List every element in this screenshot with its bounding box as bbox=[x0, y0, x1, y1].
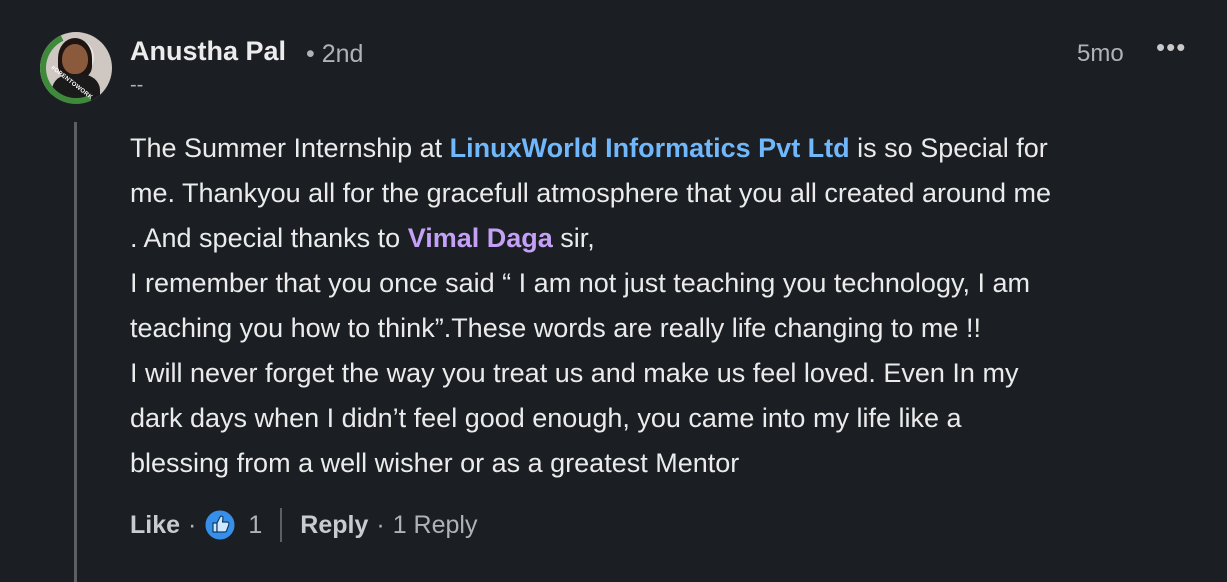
company-mention-link[interactable]: LinuxWorld Informatics Pvt Ltd bbox=[450, 133, 850, 163]
comment-line: I will never forget the way you treat us… bbox=[130, 358, 1019, 388]
comment-line: dark days when I didn’t feel good enough… bbox=[130, 403, 962, 433]
comment-text: . And special thanks to bbox=[130, 223, 408, 253]
actions-divider bbox=[280, 508, 283, 542]
more-options-icon[interactable]: ••• bbox=[1156, 32, 1186, 63]
like-count: 1 bbox=[248, 510, 263, 539]
avatar[interactable]: #OPENTOWORK bbox=[40, 32, 112, 104]
comment-line: . And special thanks to Vimal Daga sir, bbox=[130, 216, 1210, 261]
comment-timestamp: 5mo bbox=[1077, 40, 1124, 67]
like-reaction-icon[interactable] bbox=[204, 509, 236, 541]
separator-dot: · bbox=[376, 510, 385, 539]
reply-count-link[interactable]: 1 Reply bbox=[393, 511, 478, 540]
comment-line: teaching you how to think”.These words a… bbox=[130, 313, 981, 343]
comment-line: blessing from a well wisher or as a grea… bbox=[130, 448, 740, 478]
comment-actions: Like · 1 Reply · 1 Reply bbox=[130, 505, 477, 545]
comment-text: sir, bbox=[552, 223, 595, 253]
author-headline: -- bbox=[130, 74, 144, 96]
comment-body: The Summer Internship at LinuxWorld Info… bbox=[130, 126, 1210, 486]
author-name[interactable]: Anustha Pal bbox=[130, 36, 286, 67]
comment-card: #OPENTOWORK Anustha Pal • 2nd -- 5mo •••… bbox=[0, 0, 1227, 582]
connection-degree: • 2nd bbox=[306, 40, 364, 68]
separator-dot: · bbox=[188, 510, 197, 539]
comment-line: me. Thankyou all for the gracefull atmos… bbox=[130, 178, 1052, 208]
reply-button[interactable]: Reply bbox=[300, 511, 368, 540]
comment-line: I remember that you once said “ I am not… bbox=[130, 268, 1030, 298]
thread-line bbox=[74, 122, 77, 582]
person-mention-link[interactable]: Vimal Daga bbox=[408, 223, 553, 253]
like-button[interactable]: Like bbox=[130, 511, 180, 540]
comment-text: The Summer Internship at bbox=[130, 133, 450, 163]
comment-text: is so Special for bbox=[849, 133, 1048, 163]
comment-line: The Summer Internship at LinuxWorld Info… bbox=[130, 126, 1210, 171]
